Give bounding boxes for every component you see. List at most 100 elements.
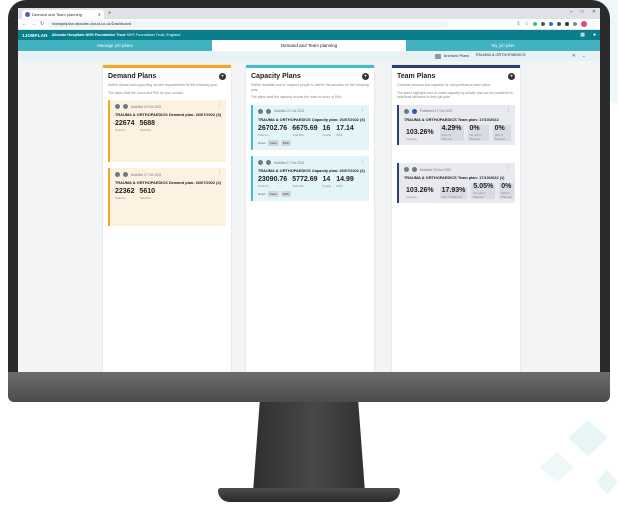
star-icon[interactable]: ☆ [525, 21, 529, 27]
plan-title: TRAUMA & ORTHOPAEDICS Team plan: 17/10/2… [404, 116, 499, 122]
capacity-plan-card[interactable]: Modified 17 Oct 2022 ⋮ TRAUMA & ORTHOPAE… [251, 156, 369, 202]
more-options-icon[interactable]: ⋮ [217, 103, 222, 108]
demand-plans-title: Demand Plans [108, 73, 157, 80]
published-icon [412, 108, 417, 114]
browser-tab-title: Demand and Team planning [32, 11, 82, 17]
view-icon[interactable] [115, 104, 120, 110]
wte-value: 14.99 [336, 176, 354, 184]
view-icon[interactable] [258, 160, 263, 166]
url-field[interactable]: teamjobplan.allocate-cloud.co.uk/Dashboa… [48, 20, 449, 28]
capacity-description: The plans total the capacity across the … [251, 95, 342, 100]
profile-avatar[interactable] [581, 21, 587, 27]
tab-demand-team-planning[interactable]: Demand and Team planning [212, 40, 406, 51]
forward-icon[interactable]: → [31, 21, 36, 27]
archived-plans-button[interactable]: Archived Plans [434, 53, 469, 59]
clear-icon[interactable]: ✕ [572, 53, 576, 59]
specialty-selector[interactable]: TRAUMA & ORTHOPAEDICS [475, 53, 526, 58]
extension-icon[interactable] [533, 22, 537, 26]
menu-icon[interactable]: ⋮ [591, 21, 596, 27]
more-options-icon[interactable]: ⋮ [506, 166, 511, 171]
more-options-icon[interactable]: ⋮ [360, 107, 365, 113]
plan-title: TRAUMA & ORTHOPAEDICS Capacity plan: 26/… [258, 116, 365, 122]
add-demand-plan-button[interactable]: + [219, 73, 226, 80]
wte-value: 17.14 [336, 125, 354, 133]
monitor-screen: Demand and Team planning ✕ + – □ ✕ ← → ↻… [18, 8, 600, 372]
favicon-icon [25, 12, 30, 17]
capacity-plans-column: Capacity Plans + Define available and or… [246, 65, 374, 372]
add-team-plan-button[interactable]: + [508, 73, 515, 80]
people-count: 14 [322, 176, 331, 184]
extension-icon[interactable] [541, 22, 545, 26]
role-chip: Cons [267, 191, 279, 198]
total-hours: 23090.76 [258, 176, 288, 184]
extension-icon[interactable] [557, 22, 561, 26]
modified-date: Modified 21 Oct 2022 [274, 109, 305, 114]
role-chip: SAS [280, 191, 291, 198]
more-options-icon[interactable]: ⋮ [217, 171, 222, 176]
more-options-icon[interactable]: ⋮ [360, 159, 365, 164]
sidebar-icon[interactable] [573, 22, 577, 26]
minimize-button[interactable]: – [570, 9, 573, 15]
view-icon[interactable] [404, 108, 409, 114]
add-capacity-plan-button[interactable]: + [362, 73, 369, 80]
back-icon[interactable]: ← [22, 21, 27, 27]
modified-date: Modified 17 Oct 2022 [274, 160, 305, 165]
url-text: teamjobplan.allocate-cloud.co.uk/Dashboa… [52, 21, 132, 26]
puzzle-icon[interactable] [565, 22, 569, 26]
demand-plan-card[interactable]: Modified 17 Oct 2022 ⋮ TRAUMA & ORTHOPAE… [108, 168, 226, 227]
role-chip: SAS [280, 140, 291, 147]
close-window-button[interactable]: ✕ [592, 9, 596, 15]
maximize-button[interactable]: □ [581, 9, 584, 15]
extension-icon[interactable] [549, 22, 553, 26]
capacity-plan-card[interactable]: Modified 21 Oct 2022 ⋮ TRAUMA & ORTHOPAE… [251, 104, 369, 151]
modified-date: Modified 17 Oct 2022 [131, 172, 162, 177]
plan-title: TRAUMA & ORTHOPAEDICS Capacity plan: 26/… [258, 168, 365, 174]
share-icon[interactable]: ⇪ [516, 21, 520, 27]
view-icon[interactable] [258, 108, 263, 114]
close-tab-icon[interactable]: ✕ [98, 12, 101, 17]
demand-plan-card[interactable]: Modified 20 Oct 2022 ⋮ TRAUMA & ORTHOPAE… [108, 100, 226, 163]
view-icon[interactable] [115, 172, 120, 178]
grid-icon[interactable]: ▦ [580, 32, 585, 38]
capacity-plans-title: Capacity Plans [251, 73, 301, 80]
team-plan-card[interactable]: Modified 20 Nov 2022 ⋮ TRAUMA & ORTHOPAE… [397, 163, 515, 204]
chevron-down-icon[interactable]: ⌄ [582, 53, 586, 59]
demand-description: Define clinical and supporting service r… [108, 83, 218, 87]
monitor-stand [253, 402, 365, 492]
capacity-description: Define available and or required people … [251, 83, 369, 92]
organisation-name: Allocate Hospitals NHS Foundation Trust … [51, 33, 181, 37]
dcc-percent: 17.93% [441, 187, 466, 195]
total-hours: 26702.76 [258, 125, 288, 133]
oncall-percent: 5.05% [473, 183, 494, 191]
tab-manage-job-plans[interactable]: Manage job plans [18, 40, 212, 51]
spa-percent: 0% [501, 183, 512, 191]
app-header: 1JOBPLAN Allocate Hospitals NHS Foundati… [18, 30, 600, 40]
tab-my-job-plan[interactable]: My job plan [406, 40, 600, 51]
total-pas: 5772.69 [292, 176, 318, 184]
total-pas: 6675.69 [292, 125, 318, 133]
app-logo[interactable]: 1JOBPLAN [22, 33, 48, 38]
archive-icon [434, 53, 441, 59]
total-pas: 5688 [139, 120, 156, 128]
view-icon[interactable] [404, 167, 409, 173]
monitor-chin [8, 372, 610, 402]
more-options-icon[interactable]: ⋮ [506, 107, 511, 113]
plan-title: TRAUMA & ORTHOPAEDICS Team plan: 17/10/2… [404, 175, 505, 181]
demand-description: The plans total the hours and PAs for yo… [108, 90, 184, 95]
team-plan-card[interactable]: Published 17 Oct 2022 ⋮ TRAUMA & ORTHOPA… [397, 104, 515, 146]
new-tab-button[interactable]: + [108, 10, 112, 19]
modified-date: Modified 20 Nov 2022 [420, 167, 452, 172]
window-controls: – □ ✕ [570, 9, 596, 15]
background-decoration [540, 452, 574, 482]
browser-tab[interactable]: Demand and Team planning ✕ [22, 10, 104, 19]
background-decoration [568, 420, 608, 456]
people-count: 16 [322, 125, 331, 133]
demand-plans-column: Demand Plans + Define clinical and suppo… [103, 65, 231, 372]
team-plans-title: Team Plans [397, 73, 436, 80]
user-icon[interactable]: ● [593, 32, 596, 38]
background-decoration [596, 470, 618, 494]
reload-icon[interactable]: ↻ [40, 21, 44, 27]
plan-title: TRAUMA & ORTHOPAEDICS Demand plan: 26/07… [115, 180, 221, 186]
filter-bar: Archived Plans TRAUMA & ORTHOPAEDICS ✕ ⌄ [18, 51, 600, 61]
total-pas: 5610 [139, 188, 156, 196]
